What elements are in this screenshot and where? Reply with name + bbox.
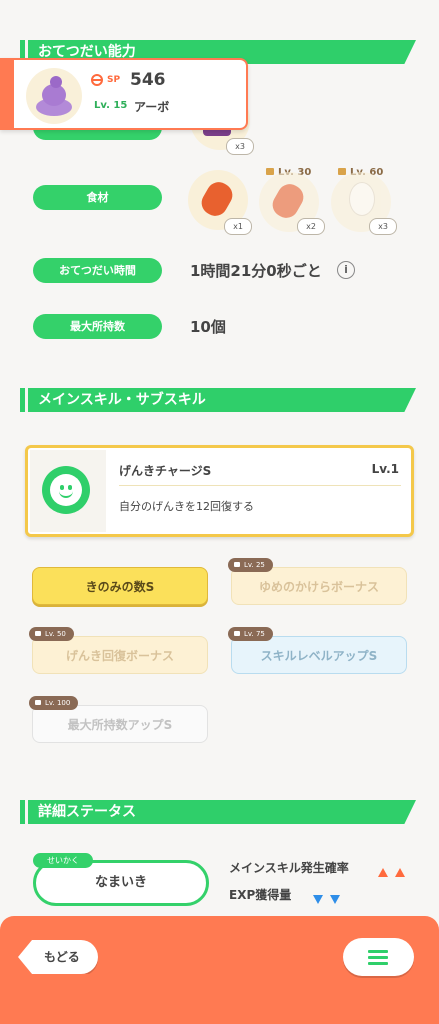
pokemon-name: アーボ <box>134 100 170 114</box>
sub-skill-5[interactable]: 最大所持数アップS <box>32 705 208 743</box>
section-title: メインスキル・サブスキル <box>38 392 206 408</box>
pokemon-avatar <box>26 68 82 124</box>
help-time-pill: おてつだい時間 <box>33 258 162 283</box>
sub-skill-2[interactable]: ゆめのかけらボーナス <box>231 567 407 605</box>
sub-skill-2-lock: Lv. 25 <box>228 558 273 572</box>
back-label: もどる <box>44 950 80 964</box>
sp-label: SP <box>107 75 121 85</box>
arrow-down-icon <box>313 889 341 908</box>
back-button[interactable]: もどる <box>18 940 98 974</box>
arrow-up-icon <box>378 862 406 881</box>
main-skill-description: 自分のげんきを12回復する <box>119 500 254 513</box>
pokemon-level: Lv. 15 <box>94 100 128 111</box>
section-header-details: 詳細ステータス <box>20 800 416 824</box>
sub-skill-3-lock: Lv. 50 <box>29 627 74 641</box>
smile-icon <box>42 466 90 514</box>
ingredient-qty-2: x2 <box>297 218 325 235</box>
hamburger-icon <box>368 950 388 965</box>
nature-tag: せいかく <box>33 853 93 868</box>
berry-qty: x3 <box>226 138 254 155</box>
sub-skill-4-lock: Lv. 75 <box>228 627 273 641</box>
pokemon-card[interactable]: SP 546 Lv. 15 アーボ <box>0 58 248 130</box>
main-skill-name: げんきチャージS <box>119 464 212 478</box>
sub-skill-3[interactable]: げんき回復ボーナス <box>32 636 208 674</box>
nature-effect-down-label: EXP獲得量 <box>229 888 292 902</box>
pokeball-icon <box>91 74 103 86</box>
max-carry-pill: 最大所持数 <box>33 314 162 339</box>
main-skill-card[interactable]: げんきチャージS Lv.1 自分のげんきを12回復する <box>25 445 414 537</box>
main-skill-level: Lv.1 <box>371 462 399 476</box>
max-carry-value: 10個 <box>190 318 226 336</box>
ingredients-pill: 食材 <box>33 185 162 210</box>
nature-effect-up-label: メインスキル発生確率 <box>229 861 349 875</box>
sub-skill-1[interactable]: きのみの数S <box>32 567 208 605</box>
ingredient-qty-1: x1 <box>224 218 252 235</box>
section-title: 詳細ステータス <box>38 804 136 820</box>
help-time-value: 1時間21分0秒ごと <box>190 262 322 280</box>
sub-skill-5-lock: Lv. 100 <box>29 696 79 710</box>
sp-value: 546 <box>130 70 166 90</box>
info-icon[interactable]: i <box>337 261 355 279</box>
ingredient-qty-3: x3 <box>369 218 397 235</box>
menu-button[interactable] <box>343 938 414 976</box>
section-header-skills: メインスキル・サブスキル <box>20 388 416 412</box>
sub-skill-4[interactable]: スキルレベルアップS <box>231 636 407 674</box>
